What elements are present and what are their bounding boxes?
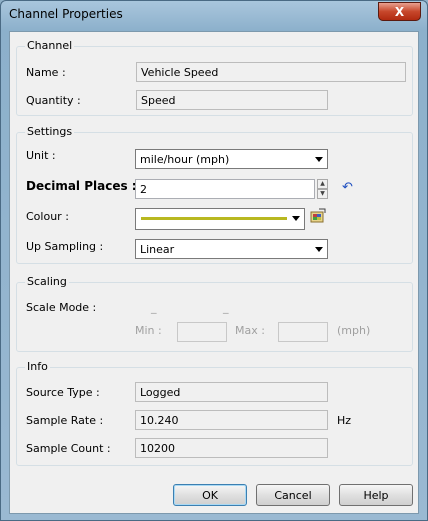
channel-group: Channel Name : Vehicle Speed Quantity : … (16, 39, 413, 116)
ok-button[interactable]: OK (173, 484, 247, 506)
sample-rate-unit: Hz (337, 414, 352, 427)
upsampling-select[interactable]: Linear (135, 239, 328, 259)
quantity-field[interactable]: Speed (136, 90, 328, 110)
undo-icon[interactable]: ↶ (342, 180, 353, 195)
source-type-field[interactable]: Logged (135, 382, 328, 402)
scaling-unit-label: (mph) (337, 324, 371, 337)
title-bar[interactable]: Channel Properties X (1, 1, 427, 29)
scaling-group: Scaling Scale Mode : _ _ Min : Max : (mp… (16, 275, 413, 352)
max-input[interactable] (278, 322, 328, 342)
scale-mode-option-2[interactable]: _ (223, 301, 229, 314)
scaling-group-title: Scaling (25, 275, 69, 288)
sample-count-field[interactable]: 10200 (135, 438, 328, 458)
cancel-button[interactable]: Cancel (256, 484, 330, 506)
name-label: Name : (26, 66, 66, 79)
settings-group: Settings Unit : mile/hour (mph) Decimal … (16, 125, 413, 264)
unit-select-value: mile/hour (mph) (140, 153, 230, 166)
name-field[interactable]: Vehicle Speed (136, 62, 406, 82)
colour-swatch (141, 217, 287, 220)
chevron-down-icon (292, 216, 300, 221)
upsampling-label: Up Sampling : (26, 240, 104, 253)
chevron-down-icon (315, 247, 323, 252)
colour-picker-icon[interactable] (310, 208, 326, 224)
decimal-places-label: Decimal Places : (26, 179, 137, 193)
quantity-label: Quantity : (26, 94, 81, 107)
info-group-title: Info (25, 360, 50, 373)
close-button[interactable]: X (378, 2, 421, 21)
sample-rate-label: Sample Rate : (26, 414, 104, 427)
decimal-places-stepper[interactable]: ▲ ▼ (317, 179, 328, 199)
sample-count-label: Sample Count : (26, 442, 111, 455)
help-button[interactable]: Help (339, 484, 413, 506)
stepper-up-icon[interactable]: ▲ (317, 179, 328, 189)
upsampling-select-value: Linear (140, 243, 175, 256)
unit-label: Unit : (26, 149, 56, 162)
dialog-window: Channel Properties X Channel Name : Vehi… (0, 0, 428, 521)
sample-rate-field[interactable]: 10.240 (135, 410, 328, 430)
chevron-down-icon (315, 157, 323, 162)
settings-group-title: Settings (25, 125, 75, 138)
max-label: Max : (235, 324, 265, 337)
source-type-label: Source Type : (26, 386, 100, 399)
window-title: Channel Properties (9, 7, 123, 21)
colour-select[interactable] (135, 208, 305, 230)
colour-label: Colour : (26, 210, 69, 223)
decimal-places-input[interactable]: 2 (135, 179, 315, 199)
channel-group-title: Channel (25, 39, 75, 52)
scale-mode-label: Scale Mode : (26, 301, 97, 314)
min-label: Min : (135, 324, 162, 337)
unit-select[interactable]: mile/hour (mph) (135, 149, 328, 169)
min-input[interactable] (177, 322, 227, 342)
scale-mode-option-1[interactable]: _ (151, 301, 157, 314)
stepper-down-icon[interactable]: ▼ (317, 189, 328, 199)
info-group: Info Source Type : Logged Sample Rate : … (16, 360, 413, 466)
dialog-body: Channel Name : Vehicle Speed Quantity : … (9, 31, 419, 514)
